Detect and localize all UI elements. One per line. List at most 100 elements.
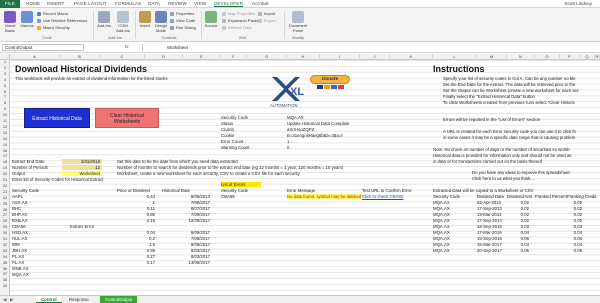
row-header[interactable]: 13 <box>0 131 10 135</box>
row-header[interactable]: 34 <box>0 255 10 259</box>
row-header[interactable]: 20 <box>0 172 10 176</box>
row-header[interactable]: 21 <box>0 178 10 182</box>
contact-link[interactable]: Click here to us what you think.... <box>472 176 535 181</box>
row-header[interactable]: 30 <box>0 231 10 235</box>
security-code-cell[interactable]: BHC <box>12 206 21 211</box>
formula-input[interactable]: Worksheet <box>142 44 592 51</box>
tab-insert[interactable]: INSERT <box>47 1 64 6</box>
param-value[interactable]: 12 <box>62 165 102 170</box>
document-panel-button[interactable]: Document Panel <box>288 11 308 33</box>
tab-review[interactable]: REVIEW <box>168 1 187 6</box>
row-header[interactable]: 17 <box>0 154 10 158</box>
row-header[interactable]: 39 <box>0 284 10 288</box>
row-header[interactable]: 4 <box>0 78 10 82</box>
row-header[interactable]: 26 <box>0 208 10 212</box>
visual-basic-button[interactable]: Visual Basic <box>2 11 18 33</box>
row-header[interactable]: 28 <box>0 219 10 223</box>
source-button[interactable]: Source <box>204 11 218 29</box>
row-header[interactable]: 5 <box>0 84 10 88</box>
refresh-data-button[interactable]: Refresh Data <box>222 25 252 30</box>
macros-button[interactable]: Macros <box>20 11 34 29</box>
row-header[interactable]: 8 <box>0 101 10 105</box>
param-value[interactable]: Worksheet <box>62 171 102 176</box>
security-code-cell[interactable]: MQA.AX <box>12 272 29 277</box>
row-header[interactable]: 32 <box>0 243 10 247</box>
row-header[interactable]: 7 <box>0 95 10 99</box>
security-code-cell[interactable]: BXB.AX <box>12 218 28 223</box>
row-header[interactable]: 19 <box>0 166 10 170</box>
row-header[interactable]: 38 <box>0 278 10 282</box>
row-header[interactable]: 6 <box>0 90 10 94</box>
row-header[interactable]: 14 <box>0 137 10 141</box>
export-button[interactable]: Export <box>258 18 276 23</box>
row-header[interactable]: 10 <box>0 113 10 117</box>
run-dialog-button[interactable]: Run Dialog <box>170 25 196 30</box>
security-code-cell[interactable]: ASX.AX <box>12 200 28 205</box>
record-macro-button[interactable]: Record Macro <box>37 11 68 16</box>
tab-view[interactable]: VIEW <box>194 1 206 6</box>
row-header[interactable]: 18 <box>0 160 10 164</box>
security-code-cell[interactable]: HSD.AX <box>12 230 28 235</box>
insert-control-button[interactable]: Insert <box>138 11 152 29</box>
view-code-button[interactable]: View Code <box>170 18 195 23</box>
row-header[interactable]: 22 <box>0 184 10 188</box>
tab-developer[interactable]: DEVELOPER <box>214 1 243 7</box>
security-code-cell[interactable]: CBA56 <box>12 224 26 229</box>
row-header[interactable]: 31 <box>0 237 10 241</box>
row-header[interactable]: 29 <box>0 225 10 229</box>
expansion-packs-button[interactable]: Expansion Packs <box>222 18 259 23</box>
fx-icon[interactable]: fx <box>125 44 129 49</box>
tab-data[interactable]: DATA <box>148 1 160 6</box>
row-header[interactable]: 15 <box>0 143 10 147</box>
user-name[interactable]: Scott Lindsay <box>564 1 592 6</box>
error-test-link[interactable]: Click to check CBA56 <box>362 194 403 199</box>
tab-page-layout[interactable]: PAGE LAYOUT <box>74 1 107 6</box>
tab-file[interactable]: FILE <box>0 0 20 8</box>
design-mode-button[interactable]: Design Mode <box>154 11 168 33</box>
row-header[interactable]: 36 <box>0 267 10 271</box>
clear-historical-worksheets-button[interactable]: Clear Historical Worksheets <box>95 108 159 128</box>
scroll-left-icon[interactable]: ◀ <box>3 296 6 303</box>
security-code-cell[interactable]: PL.AX <box>12 260 24 265</box>
import-button[interactable]: Import <box>258 11 275 16</box>
donate-button[interactable]: Donate <box>310 75 350 89</box>
row-header[interactable]: 11 <box>0 119 10 123</box>
row-header[interactable]: 24 <box>0 196 10 200</box>
macro-security-button[interactable]: Macro Security <box>37 25 70 30</box>
row-header[interactable]: 35 <box>0 261 10 265</box>
param-value[interactable]: 3/01/2018 <box>62 159 102 164</box>
security-code-cell[interactable]: MNB.AX <box>12 266 28 271</box>
name-box[interactable]: ControlOutput <box>2 44 84 51</box>
com-add-ins-button[interactable]: COM Add-Ins <box>114 11 132 33</box>
tab-home[interactable]: HOME <box>26 1 40 6</box>
row-header[interactable]: 12 <box>0 125 10 129</box>
map-properties-button[interactable]: Map Properties <box>222 11 255 16</box>
row-header[interactable]: 3 <box>0 72 10 76</box>
extract-historical-data-button[interactable]: Extract Historical Data <box>24 108 90 128</box>
security-code-cell[interactable]: HUL.AX <box>12 236 28 241</box>
security-code-cell[interactable]: BHP.AX <box>12 212 27 217</box>
security-code-cell[interactable]: IBM <box>12 242 20 247</box>
security-code-cell[interactable]: AAPL <box>12 194 23 199</box>
tab-formulas[interactable]: FORMULAS <box>115 1 141 6</box>
relative-references-button[interactable]: Use Relative References <box>37 18 87 23</box>
row-header[interactable]: 25 <box>0 202 10 206</box>
sheet-tab-response[interactable]: Response <box>64 296 94 303</box>
security-code-cell[interactable]: PL.AX <box>12 254 24 259</box>
sheet-tab-controloutput[interactable]: ControlOutput <box>100 296 138 303</box>
row-header[interactable]: 9 <box>0 107 10 111</box>
row-header[interactable]: 37 <box>0 272 10 276</box>
row-header[interactable]: 2 <box>0 66 10 70</box>
row-header[interactable]: 16 <box>0 149 10 153</box>
security-code-cell[interactable]: JBH.AX <box>12 248 27 253</box>
row-header[interactable]: 1 <box>0 60 10 64</box>
scroll-right-icon[interactable]: ▶ <box>10 296 13 303</box>
formula-bar: ControlOutput fx Worksheet <box>0 43 600 53</box>
add-ins-button[interactable]: Add-Ins <box>96 11 112 29</box>
sheet-tab-control[interactable]: Control <box>36 296 62 303</box>
row-header[interactable]: 33 <box>0 249 10 253</box>
row-header[interactable]: 23 <box>0 190 10 194</box>
tab-acrobat[interactable]: Acrobat <box>252 1 269 6</box>
row-header[interactable]: 27 <box>0 213 10 217</box>
properties-button[interactable]: Properties <box>170 11 194 16</box>
